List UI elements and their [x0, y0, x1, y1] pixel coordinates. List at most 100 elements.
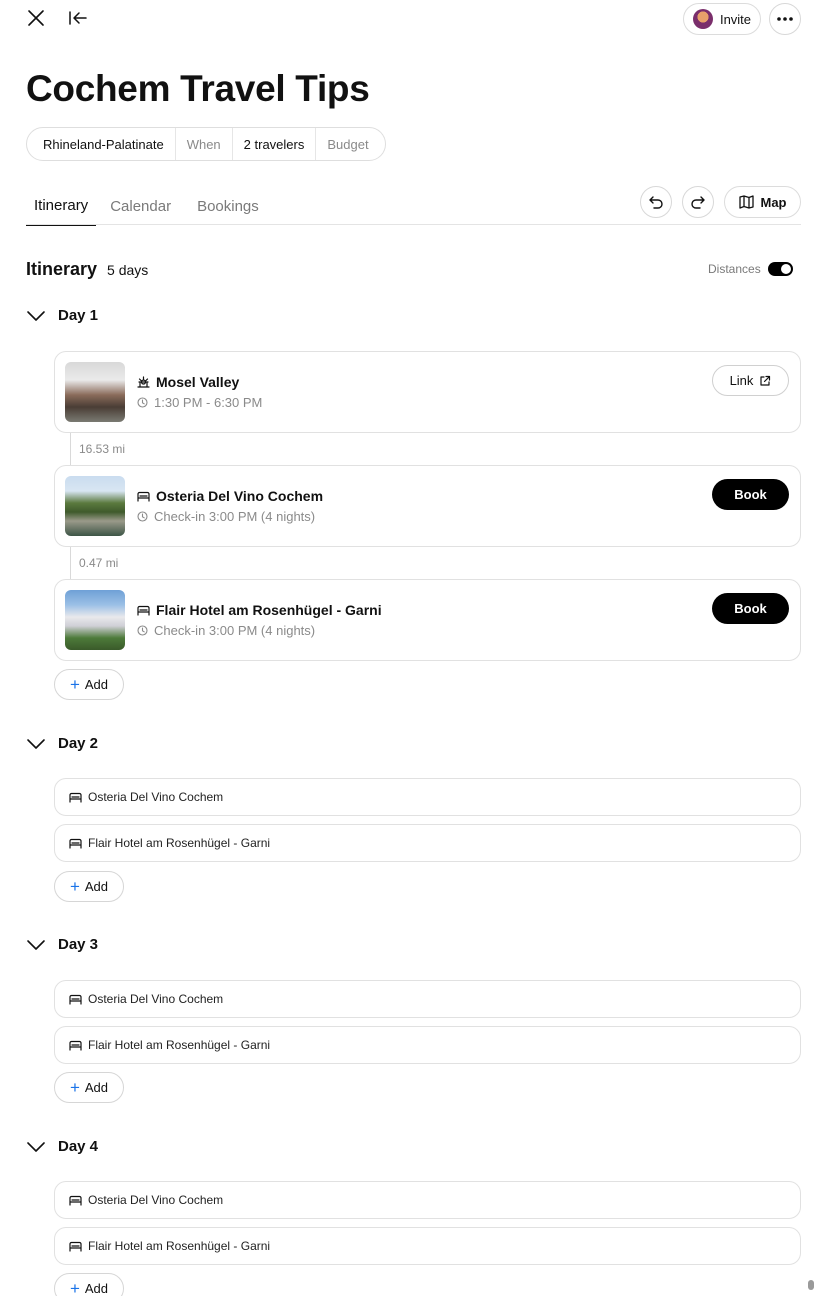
add-button-day-4[interactable]: + Add — [54, 1273, 124, 1296]
book-button[interactable]: Book — [712, 479, 789, 510]
trip-meta-chips: Rhineland-Palatinate When 2 travelers Bu… — [26, 127, 386, 161]
map-button[interactable]: Map — [724, 186, 801, 218]
card-title: Osteria Del Vino Cochem — [156, 488, 324, 504]
card-title: Mosel Valley — [156, 374, 240, 390]
itinerary-heading: Itinerary — [26, 259, 98, 279]
day-4-header[interactable]: Day 4 — [26, 1138, 98, 1155]
plus-icon: + — [69, 675, 80, 694]
more-options-button[interactable] — [769, 3, 801, 35]
chevron-down-icon — [27, 1141, 45, 1152]
tab-bookings[interactable]: Bookings — [189, 186, 267, 226]
item-label: Flair Hotel am Rosenhügel - Garni — [88, 1239, 271, 1253]
day-1-header[interactable]: Day 1 — [26, 307, 98, 324]
place-photo — [65, 476, 125, 536]
bed-icon — [69, 792, 82, 803]
item-label: Osteria Del Vino Cochem — [88, 992, 224, 1006]
add-label: Add — [84, 879, 109, 894]
list-item[interactable]: Osteria Del Vino Cochem — [54, 778, 801, 816]
place-photo — [65, 362, 125, 422]
link-label: Link — [729, 373, 754, 388]
place-photo — [65, 590, 125, 650]
undo-button[interactable] — [640, 186, 672, 218]
chip-budget[interactable]: Budget — [316, 128, 384, 160]
plus-icon: + — [69, 877, 80, 896]
add-label: Add — [84, 677, 109, 692]
chip-when[interactable]: When — [176, 128, 233, 160]
map-icon — [738, 195, 754, 209]
route-connector — [70, 547, 71, 579]
list-item[interactable]: Osteria Del Vino Cochem — [54, 980, 801, 1018]
chip-region[interactable]: Rhineland-Palatinate — [27, 128, 176, 160]
invite-button[interactable]: Invite — [683, 3, 761, 35]
scrollbar-thumb[interactable] — [808, 1280, 814, 1290]
itinerary-card-flair-hotel[interactable]: Flair Hotel am Rosenhügel - Garni Check-… — [54, 579, 801, 661]
tab-bar: Itinerary Calendar Bookings — [26, 186, 267, 226]
clock-icon — [137, 511, 148, 522]
link-button[interactable]: Link — [712, 365, 789, 396]
clock-icon — [137, 397, 148, 408]
undo-icon — [649, 196, 663, 209]
tab-calendar[interactable]: Calendar — [102, 186, 179, 226]
bed-icon — [69, 1241, 82, 1252]
bed-icon — [69, 994, 82, 1005]
item-label: Osteria Del Vino Cochem — [88, 790, 224, 804]
redo-icon — [691, 196, 705, 209]
chip-travelers[interactable]: 2 travelers — [233, 128, 317, 160]
day-3-header[interactable]: Day 3 — [26, 936, 98, 953]
add-button-day-1[interactable]: + Add — [54, 669, 124, 700]
add-button-day-3[interactable]: + Add — [54, 1072, 124, 1103]
day-2-label: Day 2 — [58, 735, 99, 752]
distance-label: 16.53 mi — [79, 442, 126, 456]
close-icon[interactable] — [24, 6, 48, 30]
distances-toggle[interactable] — [767, 262, 793, 276]
distances-label: Distances — [708, 262, 761, 276]
book-button[interactable]: Book — [712, 593, 789, 624]
list-item[interactable]: Flair Hotel am Rosenhügel - Garni — [54, 1026, 801, 1064]
day-2-header[interactable]: Day 2 — [26, 735, 98, 752]
bed-icon — [69, 1195, 82, 1206]
itinerary-card-osteria[interactable]: Osteria Del Vino Cochem Check-in 3:00 PM… — [54, 465, 801, 547]
plus-icon: + — [69, 1078, 80, 1097]
add-label: Add — [84, 1281, 109, 1296]
day-1-label: Day 1 — [58, 307, 99, 324]
collapse-panel-icon[interactable] — [66, 6, 90, 30]
page-title: Cochem Travel Tips — [26, 68, 370, 109]
add-button-day-2[interactable]: + Add — [54, 871, 124, 902]
bed-icon — [137, 605, 150, 616]
clock-icon — [137, 625, 148, 636]
day-4-label: Day 4 — [58, 1138, 99, 1155]
chevron-down-icon — [27, 310, 45, 321]
card-checkin: Check-in 3:00 PM (4 nights) — [154, 509, 316, 524]
plus-icon: + — [69, 1279, 80, 1296]
avatar — [692, 9, 713, 29]
tab-divider — [26, 224, 801, 225]
item-label: Flair Hotel am Rosenhügel - Garni — [88, 836, 271, 850]
list-item[interactable]: Flair Hotel am Rosenhügel - Garni — [54, 824, 801, 862]
list-item[interactable]: Osteria Del Vino Cochem — [54, 1181, 801, 1219]
item-label: Flair Hotel am Rosenhügel - Garni — [88, 1038, 271, 1052]
distance-label: 0.47 mi — [79, 556, 119, 570]
attraction-icon — [137, 376, 150, 388]
card-title: Flair Hotel am Rosenhügel - Garni — [156, 602, 382, 618]
item-label: Osteria Del Vino Cochem — [88, 1193, 224, 1207]
map-label: Map — [760, 194, 787, 210]
bed-icon — [69, 1040, 82, 1051]
itinerary-card-mosel-valley[interactable]: Mosel Valley 1:30 PM - 6:30 PM Link — [54, 351, 801, 433]
more-icon — [777, 17, 793, 21]
itinerary-header: Itinerary 5 days — [26, 259, 148, 280]
invite-label: Invite — [719, 11, 752, 27]
route-connector — [70, 433, 71, 465]
external-link-icon — [760, 375, 771, 386]
redo-button[interactable] — [682, 186, 714, 218]
day-3-label: Day 3 — [58, 936, 99, 953]
bed-icon — [137, 491, 150, 502]
card-time: 1:30 PM - 6:30 PM — [154, 395, 263, 410]
list-item[interactable]: Flair Hotel am Rosenhügel - Garni — [54, 1227, 801, 1265]
bed-icon — [69, 838, 82, 849]
tab-itinerary[interactable]: Itinerary — [26, 186, 97, 226]
add-label: Add — [84, 1080, 109, 1095]
chevron-down-icon — [27, 939, 45, 950]
chevron-down-icon — [27, 738, 45, 749]
itinerary-duration: 5 days — [107, 262, 149, 278]
distances-toggle-row: Distances — [708, 262, 793, 276]
